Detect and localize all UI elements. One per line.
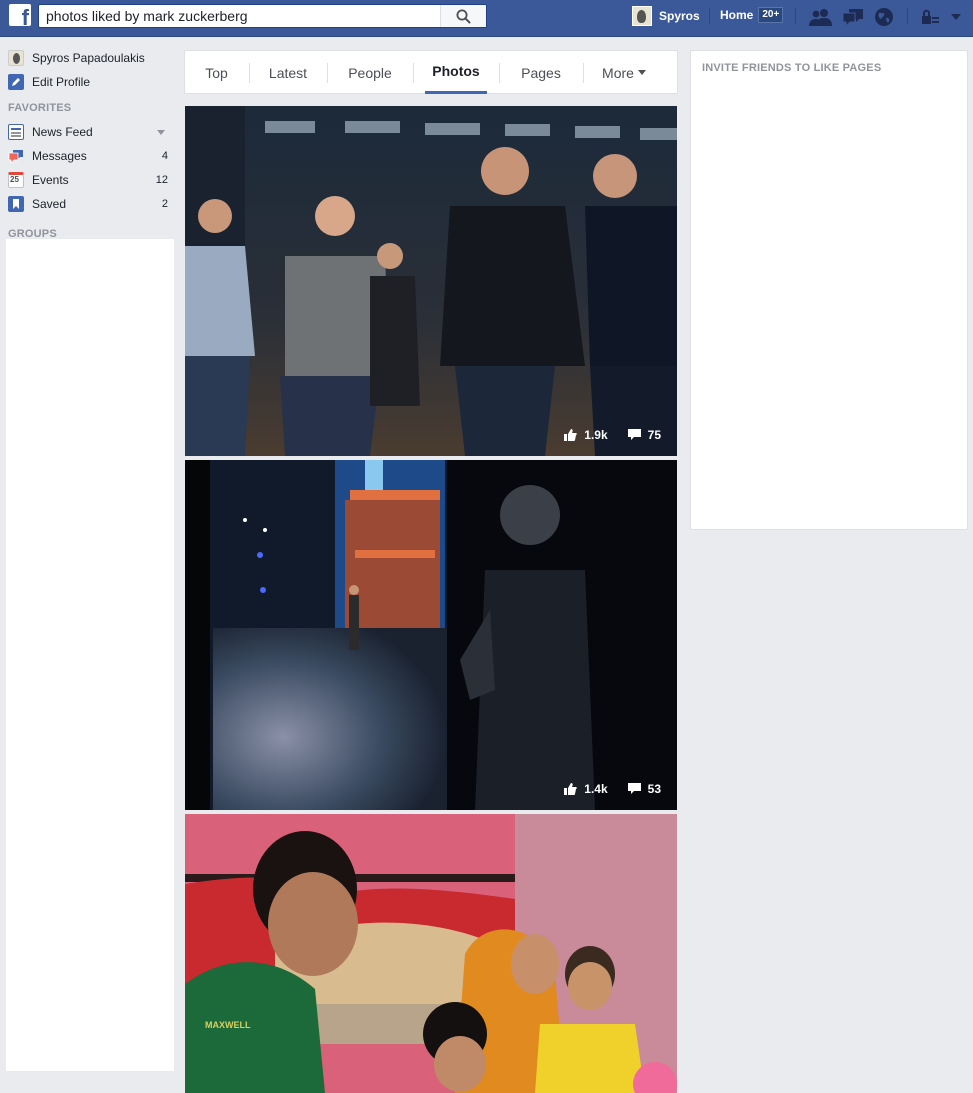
photo-stats: 1.9k 75 — [564, 428, 661, 442]
tab-latest[interactable]: Latest — [250, 51, 326, 94]
comment-icon — [627, 783, 641, 794]
facebook-logo-icon[interactable]: f — [9, 4, 31, 26]
caret-down-icon[interactable] — [157, 129, 165, 135]
sidebar-item-count: 4 — [161, 150, 168, 162]
account-menu-button[interactable] — [946, 6, 966, 28]
home-notification-badge: 20+ — [758, 7, 784, 23]
sidebar-item-label: News Feed — [32, 125, 93, 139]
divider — [907, 8, 908, 24]
search-bar — [38, 4, 487, 28]
search-icon — [456, 9, 471, 23]
home-label: Home — [720, 8, 754, 22]
sidebar-item-label: Events — [32, 173, 69, 187]
photo-result[interactable]: 1.4k 53 — [185, 460, 677, 810]
like-icon — [564, 783, 578, 795]
search-input[interactable] — [39, 5, 441, 27]
friend-requests-button[interactable] — [809, 6, 833, 28]
sidebar-item-edit-profile[interactable]: Edit Profile — [8, 72, 168, 92]
top-bar: f Spyros Home 20+ — [0, 0, 973, 37]
invite-friends-panel: INVITE FRIENDS TO LIKE PAGES — [690, 50, 968, 530]
divider — [795, 8, 796, 24]
sidebar-item-label: Messages — [32, 149, 87, 163]
sidebar-item-profile[interactable]: Spyros Papadoulakis — [8, 48, 168, 68]
favorites-heading: FAVORITES — [8, 102, 72, 114]
divider — [709, 8, 710, 24]
sidebar-item-label: Saved — [32, 197, 67, 211]
messages-icon — [842, 9, 863, 27]
news-feed-icon — [8, 124, 24, 140]
profile-link[interactable]: Spyros — [632, 5, 700, 27]
globe-icon — [875, 8, 893, 26]
tab-photos[interactable]: Photos — [425, 51, 487, 94]
avatar — [632, 6, 652, 26]
photo-image: MAXWELL — [185, 814, 677, 1093]
search-filter-tabs: Top Latest People Photos Pages More — [184, 50, 678, 94]
sidebar-item-label: Spyros Papadoulakis — [32, 51, 145, 65]
tab-people[interactable]: People — [328, 51, 412, 94]
photo-image — [185, 106, 677, 456]
comment-icon — [627, 429, 641, 440]
messages-button[interactable] — [841, 6, 865, 28]
like-count: 1.9k — [584, 428, 608, 442]
pencil-icon — [8, 74, 24, 90]
friends-icon — [809, 9, 832, 26]
tab-more[interactable]: More — [584, 51, 664, 94]
groups-panel — [6, 239, 174, 1071]
photo-result[interactable]: MAXWELL — [185, 814, 677, 1093]
calendar-icon: 25 — [8, 172, 24, 188]
sidebar-item-count: 12 — [155, 174, 168, 186]
comment-count: 75 — [647, 428, 661, 442]
chevron-down-icon — [951, 14, 961, 20]
search-button[interactable] — [440, 5, 486, 27]
tab-pages[interactable]: Pages — [500, 51, 582, 94]
chevron-down-icon — [637, 70, 646, 75]
sidebar-item-messages[interactable]: Messages 4 — [8, 146, 168, 166]
sidebar-item-events[interactable]: 25 Events 12 — [8, 170, 168, 190]
like-icon — [564, 429, 578, 441]
lock-icon — [922, 9, 939, 24]
photo-image — [185, 460, 677, 810]
panel-title: INVITE FRIENDS TO LIKE PAGES — [702, 62, 882, 74]
sidebar-item-label: Edit Profile — [32, 75, 91, 89]
bookmark-icon — [8, 196, 24, 212]
profile-avatar — [8, 50, 24, 66]
privacy-shortcuts-button[interactable] — [918, 6, 942, 28]
tab-divider — [413, 63, 414, 83]
sidebar-item-news-feed[interactable]: News Feed — [8, 122, 168, 142]
home-link[interactable]: Home 20+ — [720, 7, 784, 23]
tab-top[interactable]: Top — [185, 51, 248, 94]
sidebar-item-saved[interactable]: Saved 2 — [8, 194, 168, 214]
comment-count: 53 — [647, 782, 661, 796]
messages-icon — [8, 148, 24, 164]
like-count: 1.4k — [584, 782, 608, 796]
notifications-button[interactable] — [872, 6, 896, 28]
photo-stats: 1.4k 53 — [564, 782, 661, 796]
user-name: Spyros — [659, 9, 700, 23]
photo-result[interactable]: 1.9k 75 — [185, 106, 677, 456]
sidebar-item-count: 2 — [161, 198, 168, 210]
svg-text:MAXWELL: MAXWELL — [205, 1020, 251, 1030]
